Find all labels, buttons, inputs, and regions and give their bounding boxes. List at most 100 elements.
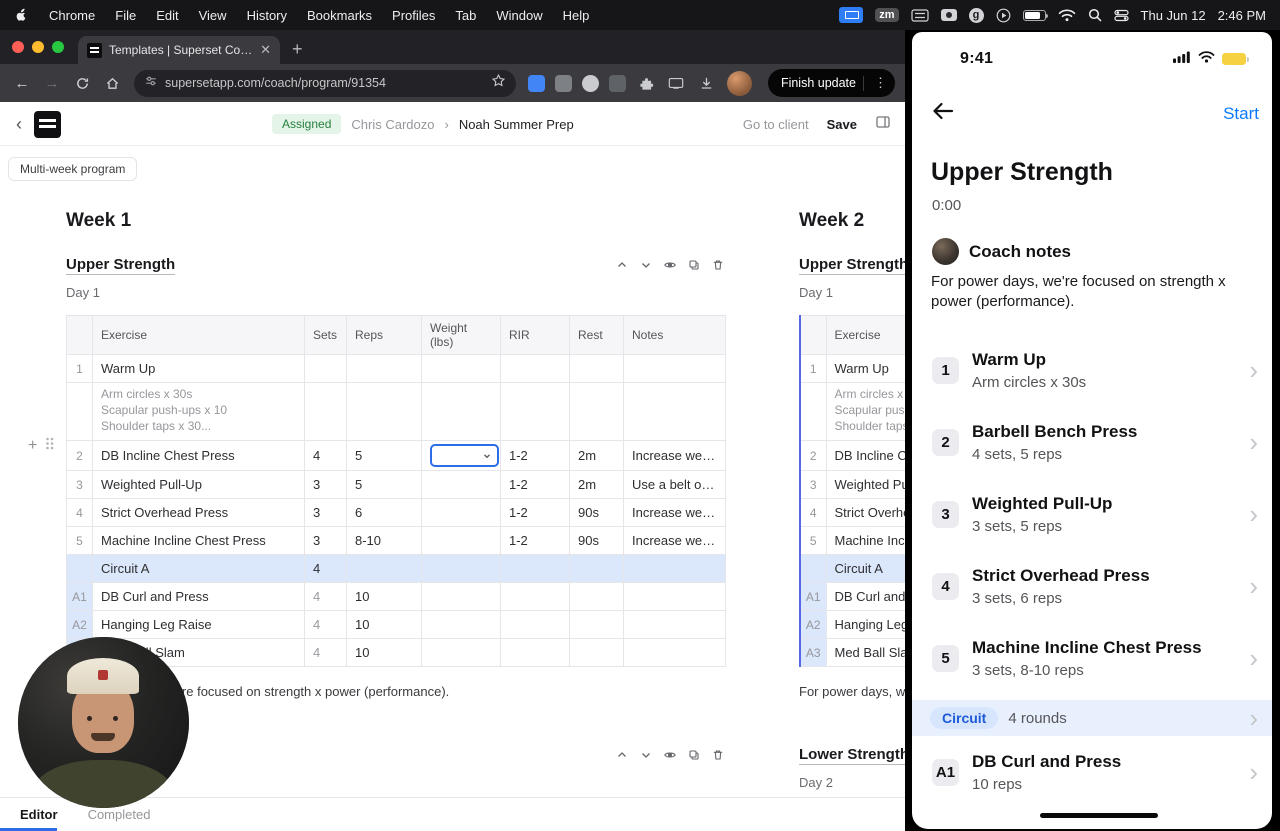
rest-cell[interactable]: 2m <box>569 470 624 499</box>
exercise-row[interactable]: 5 Machine Incline Chest Press 3 8-10 1-2… <box>66 526 726 555</box>
section-title-input[interactable]: Upper Strength <box>66 256 176 275</box>
cell[interactable] <box>421 554 501 583</box>
cell[interactable] <box>500 354 570 383</box>
rir-cell[interactable]: 1-2 <box>500 526 570 555</box>
cell[interactable] <box>500 382 570 441</box>
delete-icon[interactable] <box>711 748 725 762</box>
extension-icon-gray[interactable] <box>555 74 572 92</box>
cell[interactable] <box>623 354 726 383</box>
extension-icon-dark[interactable] <box>609 74 626 92</box>
back-button[interactable]: ← <box>8 69 36 97</box>
extension-icon-blue[interactable] <box>528 74 545 92</box>
menubar-item[interactable]: Tab <box>445 8 486 23</box>
weight-cell[interactable] <box>421 526 501 555</box>
duplicate-icon[interactable] <box>687 258 701 272</box>
menubar-time[interactable]: 2:46 PM <box>1218 8 1266 23</box>
move-down-icon[interactable] <box>639 748 653 762</box>
exercise-row[interactable]: 4 Strict Overhead Press 3 6 1-2 90s Incr… <box>66 498 726 527</box>
drag-handle-icon[interactable] <box>44 436 55 456</box>
menubar-item[interactable]: Help <box>553 8 600 23</box>
url-text[interactable]: supersetapp.com/coach/program/91354 <box>165 76 484 90</box>
exercise-row[interactable]: 2 DB Incline Chest Press 4 5 1-2 2m <box>799 440 905 471</box>
rir-cell[interactable]: 1-2 <box>500 440 570 471</box>
reps-cell[interactable]: 8-10 <box>346 526 422 555</box>
reps-cell[interactable]: 6 <box>346 498 422 527</box>
exercise-name-cell[interactable]: Weighted Pull-Up <box>92 470 305 499</box>
screen-mirroring-icon[interactable] <box>839 7 864 23</box>
move-down-icon[interactable] <box>639 258 653 272</box>
circuit-exercise-row[interactable]: A1 DB Curl and Press 4 10 <box>66 582 726 611</box>
browser-tab[interactable]: Templates | Superset Coach ✕ <box>78 36 280 64</box>
profile-avatar[interactable] <box>727 70 752 96</box>
cell[interactable] <box>569 610 624 639</box>
preview-eye-icon[interactable] <box>663 258 677 272</box>
preview-eye-icon[interactable] <box>663 748 677 762</box>
weight-cell[interactable] <box>421 440 501 471</box>
cell[interactable] <box>623 638 726 667</box>
notes-cell[interactable]: Increase weigh... <box>623 498 726 527</box>
exercise-row[interactable]: 1 Warm Up <box>66 354 726 383</box>
cell[interactable] <box>346 354 422 383</box>
menubar-item[interactable]: File <box>105 8 146 23</box>
cell[interactable] <box>421 610 501 639</box>
menubar-date[interactable]: Thu Jun 12 <box>1141 8 1206 23</box>
bookmark-star-icon[interactable] <box>491 73 506 93</box>
exercise-name-cell[interactable]: Warm Up <box>825 354 905 383</box>
tab-completed[interactable]: Completed <box>88 807 151 822</box>
exercise-name-cell[interactable]: Hanging Leg Raise <box>825 610 905 639</box>
cell[interactable] <box>569 382 624 441</box>
menubar-item[interactable]: View <box>189 8 237 23</box>
back-arrow-icon[interactable] <box>932 102 954 125</box>
exercise-name-cell[interactable]: Hanging Leg Raise <box>92 610 305 639</box>
home-button[interactable] <box>98 69 126 97</box>
exercise-name-cell[interactable]: DB Curl and Press <box>92 582 305 611</box>
exercise-row[interactable]: 3 Weighted Pull-Up 3 5 1-2 2m Use a belt… <box>799 470 905 499</box>
move-up-icon[interactable] <box>615 748 629 762</box>
cell[interactable] <box>500 582 570 611</box>
exercise-name-cell[interactable]: Weighted Pull-Up <box>825 470 905 499</box>
add-row-icon[interactable]: + <box>28 437 37 455</box>
exercise-detail-row[interactable]: Arm circles x 30s Scapular push-ups x 10… <box>799 382 905 441</box>
menubar-item[interactable]: Chrome <box>39 8 105 23</box>
menubar-item[interactable]: Edit <box>146 8 188 23</box>
extensions-puzzle-icon[interactable] <box>632 69 660 97</box>
exercise-row[interactable]: 3 Weighted Pull-Up 3 5 1-2 2m Use a belt… <box>66 470 726 499</box>
notes-cell[interactable]: Increase weigh... <box>623 440 726 471</box>
circuit-exercise-row[interactable]: A3 Med Ball Slam 4 10 <box>799 638 905 667</box>
exercise-name-cell[interactable]: DB Incline Chest Press <box>825 440 905 471</box>
zoom-menubar-icon[interactable]: zm <box>875 8 899 22</box>
cell[interactable] <box>623 610 726 639</box>
sets-cell[interactable]: 3 <box>304 470 347 499</box>
minimize-window-button[interactable] <box>32 41 44 53</box>
cell[interactable] <box>421 382 501 441</box>
exercise-name-cell[interactable]: Strict Overhead Press <box>92 498 305 527</box>
exercise-row[interactable]: 2 Barbell Bench Press 4 sets, 5 reps › <box>912 406 1272 478</box>
circuit-exercise-row[interactable]: A2 Hanging Leg Raise › <box>912 808 1272 829</box>
tab-share-icon[interactable] <box>662 69 690 97</box>
start-button[interactable]: Start <box>1223 104 1259 124</box>
sets-cell[interactable]: 4 <box>304 582 347 611</box>
circuit-name-cell[interactable]: Circuit A <box>92 554 305 583</box>
cell[interactable] <box>569 554 624 583</box>
extension-icon-ghost[interactable] <box>582 74 599 92</box>
grammarly-icon[interactable]: g <box>968 7 984 23</box>
exercise-name-cell[interactable]: DB Incline Chest Press <box>92 440 305 471</box>
tab-close-icon[interactable]: ✕ <box>260 42 271 58</box>
cell[interactable] <box>623 382 726 441</box>
superset-logo[interactable] <box>34 110 61 138</box>
move-up-icon[interactable] <box>615 258 629 272</box>
reps-cell[interactable]: 5 <box>346 440 422 471</box>
finish-update-button[interactable]: Finish update ⋮ <box>767 69 895 97</box>
menubar-item[interactable]: History <box>237 8 297 23</box>
program-type-chip[interactable]: Multi-week program <box>8 157 138 181</box>
record-icon[interactable] <box>996 8 1011 23</box>
exercise-row[interactable]: 5 Machine Incline Chest Press 3 8-10 1-2… <box>799 526 905 555</box>
go-to-client-link[interactable]: Go to client <box>743 117 809 132</box>
weight-dropdown[interactable] <box>430 444 499 467</box>
site-settings-icon[interactable] <box>144 74 158 93</box>
cell[interactable] <box>500 554 570 583</box>
reps-cell[interactable]: 10 <box>346 582 422 611</box>
sets-cell[interactable]: 4 <box>304 554 347 583</box>
cell[interactable] <box>346 382 422 441</box>
back-chevron-icon[interactable]: ‹ <box>16 114 22 135</box>
